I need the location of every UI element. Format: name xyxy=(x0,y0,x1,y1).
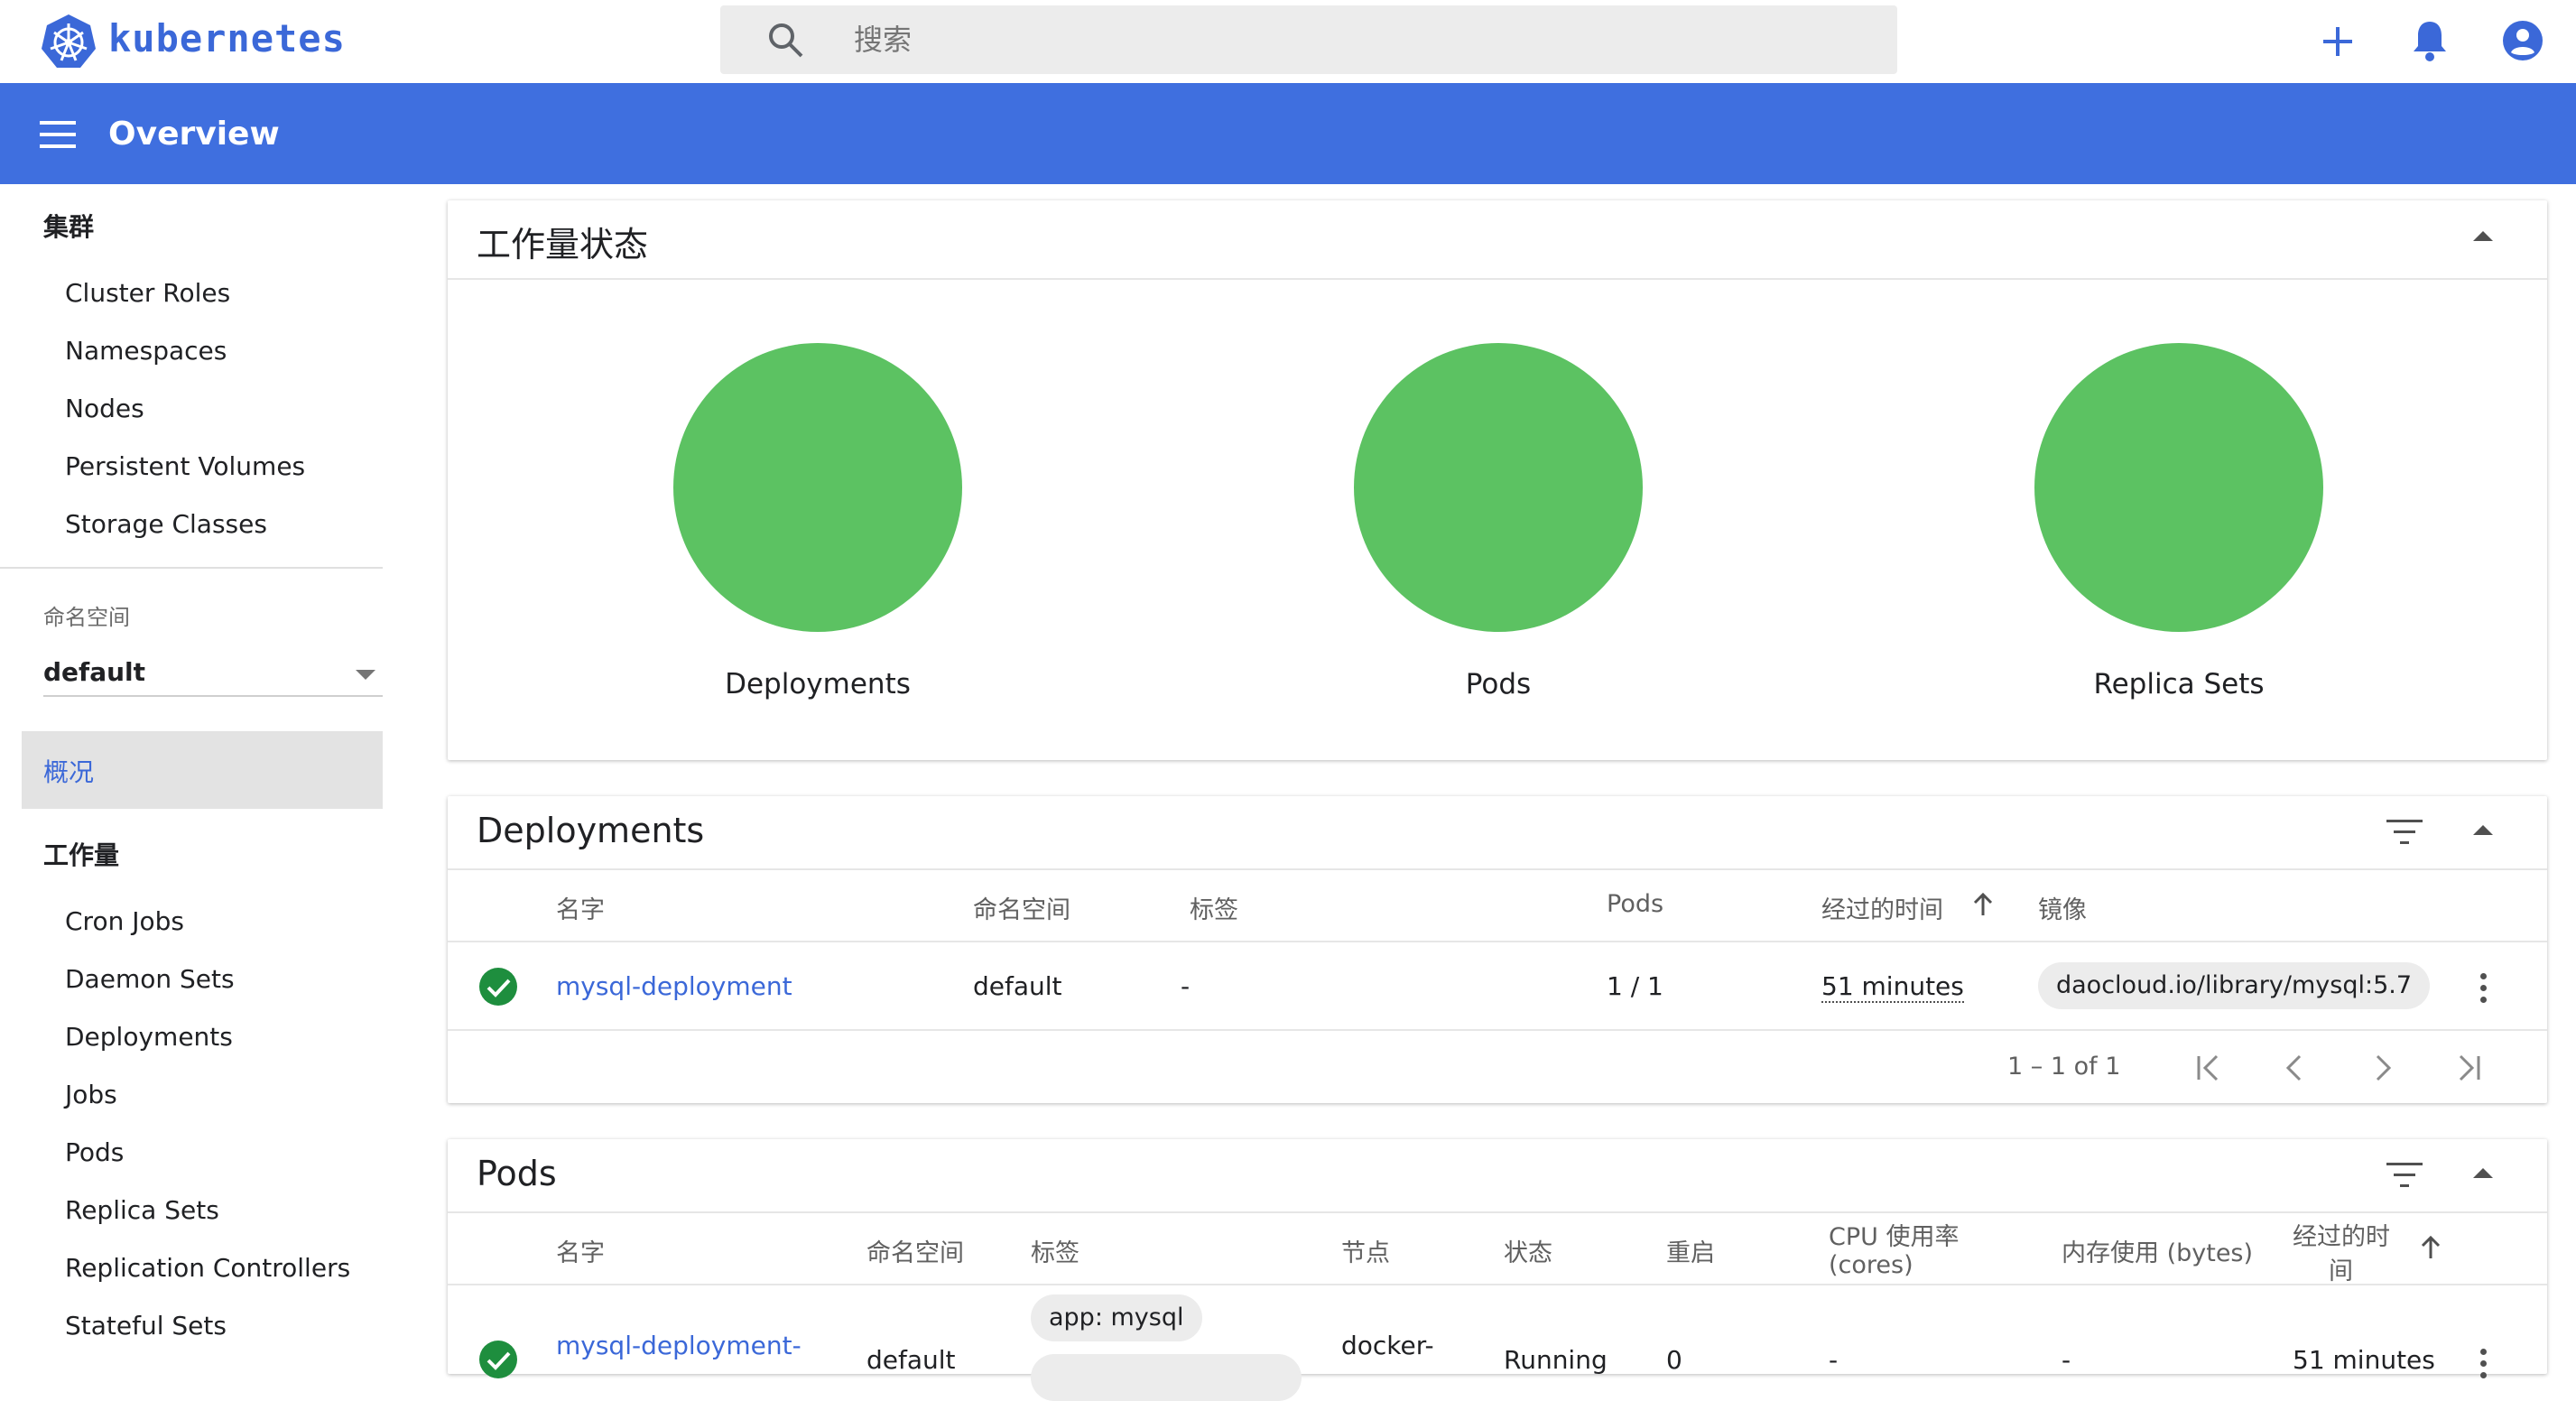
pod-namespace: default xyxy=(866,1345,956,1375)
column-header-namespace[interactable]: 命名空间 xyxy=(973,890,1070,925)
sidebar-item-stateful-sets[interactable]: Stateful Sets xyxy=(65,1311,227,1341)
pod-label-chip-2 xyxy=(1031,1354,1302,1401)
card-divider xyxy=(448,278,2547,280)
search-icon[interactable] xyxy=(765,20,805,60)
account-icon[interactable] xyxy=(2500,18,2545,63)
sort-ascending-icon[interactable] xyxy=(2419,1235,2442,1260)
column-header-name[interactable]: 名字 xyxy=(556,1233,605,1268)
column-header-status[interactable]: 状态 xyxy=(1504,1233,1552,1268)
column-header-image[interactable]: 镜像 xyxy=(2038,890,2087,925)
pod-cpu: - xyxy=(1829,1345,1839,1375)
sidebar-item-storage-classes[interactable]: Storage Classes xyxy=(65,509,267,539)
pod-status: Running xyxy=(1504,1345,1608,1375)
deployments-card xyxy=(448,796,2547,1103)
brand-name[interactable]: kubernetes xyxy=(108,16,346,60)
previous-page-icon[interactable] xyxy=(2280,1053,2311,1083)
collapse-arrow-icon[interactable] xyxy=(2473,1168,2493,1178)
sidebar-item-deployments[interactable]: Deployments xyxy=(65,1022,233,1052)
column-header-labels[interactable]: 标签 xyxy=(1190,890,1238,925)
pod-restarts: 0 xyxy=(1666,1345,1682,1375)
column-header-age[interactable]: 经过的时 xyxy=(2293,1217,2390,1252)
collapse-arrow-icon[interactable] xyxy=(2473,825,2493,835)
sidebar-item-replica-sets[interactable]: Replica Sets xyxy=(65,1195,219,1225)
collapse-arrow-icon[interactable] xyxy=(2473,231,2493,241)
column-header-namespace[interactable]: 命名空间 xyxy=(866,1233,964,1268)
sidebar-heading-cluster[interactable]: 集群 xyxy=(43,208,94,244)
deployment-pods: 1 / 1 xyxy=(1607,971,1663,1001)
pod-memory: - xyxy=(2062,1345,2071,1375)
column-header-restarts[interactable]: 重启 xyxy=(1666,1233,1715,1268)
table-divider xyxy=(448,1029,2547,1031)
sidebar-item-namespaces[interactable]: Namespaces xyxy=(65,336,227,366)
menu-icon[interactable] xyxy=(40,121,76,148)
pod-node: docker- xyxy=(1341,1331,1434,1360)
sidebar-item-overview-label[interactable]: 概况 xyxy=(43,753,94,789)
pagination-range: 1 – 1 of 1 xyxy=(2007,1053,2121,1081)
column-header-node[interactable]: 节点 xyxy=(1341,1233,1390,1268)
sidebar-item-daemon-sets[interactable]: Daemon Sets xyxy=(65,964,235,994)
namespace-label: 命名空间 xyxy=(43,605,130,630)
sidebar-item-jobs[interactable]: Jobs xyxy=(65,1080,117,1109)
deployment-namespace: default xyxy=(973,971,1062,1001)
search-input[interactable] xyxy=(854,20,1847,60)
status-ok-icon xyxy=(479,968,517,1006)
column-header-labels[interactable]: 标签 xyxy=(1031,1233,1080,1268)
sidebar-divider xyxy=(0,567,383,569)
namespace-value[interactable]: default xyxy=(43,657,145,687)
filter-icon[interactable] xyxy=(2386,1163,2423,1188)
pod-age[interactable]: 51 minutes xyxy=(2293,1345,2435,1375)
pods-status-label: Pods xyxy=(1465,668,1532,700)
column-header-age[interactable]: 经过的时间 xyxy=(1821,890,1943,925)
sidebar-item-replication-controllers[interactable]: Replication Controllers xyxy=(65,1253,350,1283)
deployment-name-link[interactable]: mysql-deployment xyxy=(556,971,792,1001)
card-divider xyxy=(448,1211,2547,1213)
pod-label-chip: app: mysql xyxy=(1031,1294,1202,1341)
deployment-labels: - xyxy=(1181,971,1191,1001)
deployments-status-label: Deployments xyxy=(725,668,911,700)
table-divider xyxy=(448,941,2547,942)
filter-icon[interactable] xyxy=(2386,820,2423,845)
column-header-age-cont[interactable]: 间 xyxy=(2329,1251,2353,1286)
replica-sets-status-circle[interactable] xyxy=(2034,343,2323,632)
column-header-cpu[interactable]: CPU 使用率 xyxy=(1829,1217,1959,1252)
sidebar-item-cluster-roles[interactable]: Cluster Roles xyxy=(65,278,230,308)
table-divider xyxy=(448,1284,2547,1285)
deployment-image-chip: daocloud.io/library/mysql:5.7 xyxy=(2038,962,2431,1009)
dropdown-arrow-icon[interactable] xyxy=(356,670,375,680)
last-page-icon[interactable] xyxy=(2453,1053,2484,1083)
page-header xyxy=(0,83,2576,184)
sidebar-item-pods[interactable]: Pods xyxy=(65,1137,124,1167)
pods-status-circle[interactable] xyxy=(1354,343,1643,632)
pod-name-link[interactable]: mysql-deployment- xyxy=(556,1331,802,1360)
card-divider xyxy=(448,868,2547,870)
sidebar-item-persistent-volumes[interactable]: Persistent Volumes xyxy=(65,451,305,481)
sidebar-heading-workloads[interactable]: 工作量 xyxy=(43,836,119,872)
notifications-bell-icon[interactable] xyxy=(2408,18,2451,63)
sidebar-item-nodes[interactable]: Nodes xyxy=(65,394,144,423)
page-title: Overview xyxy=(108,116,280,153)
status-ok-icon xyxy=(479,1341,517,1378)
sidebar-item-cron-jobs[interactable]: Cron Jobs xyxy=(65,906,184,936)
column-header-cpu-unit[interactable]: (cores) xyxy=(1829,1251,1913,1279)
column-header-name[interactable]: 名字 xyxy=(556,890,605,925)
next-page-icon[interactable] xyxy=(2367,1053,2397,1083)
workload-status-title: 工作量状态 xyxy=(477,225,649,264)
kubernetes-logo-icon[interactable] xyxy=(40,13,97,70)
add-resource-icon[interactable] xyxy=(2316,20,2359,63)
deployments-title: Deployments xyxy=(477,811,705,850)
more-actions-icon[interactable] xyxy=(2480,973,2488,1008)
column-header-pods[interactable]: Pods xyxy=(1607,890,1663,918)
sort-ascending-icon[interactable] xyxy=(1971,892,1995,917)
replica-sets-status-label: Replica Sets xyxy=(2093,668,2265,700)
pods-title: Pods xyxy=(477,1154,557,1193)
deployments-status-circle[interactable] xyxy=(673,343,962,632)
deployment-age[interactable]: 51 minutes xyxy=(1821,971,1964,1003)
column-header-memory[interactable]: 内存使用 (bytes) xyxy=(2062,1233,2253,1268)
first-page-icon[interactable] xyxy=(2193,1053,2224,1083)
more-actions-icon[interactable] xyxy=(2480,1349,2488,1384)
